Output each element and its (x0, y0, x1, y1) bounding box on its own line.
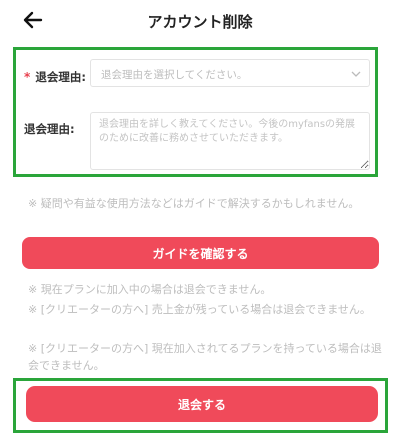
guide-note: ※ 疑問や有益な使用方法などはガイドで解決するかもしれません。 (28, 197, 360, 210)
detail-label-row: 退会理由: (24, 118, 75, 137)
reason-form: * 退会理由: 退会理由を選択してください。 退会理由: (13, 47, 378, 177)
reason-detail-textarea[interactable] (90, 112, 370, 170)
page-title: アカウント削除 (147, 13, 253, 31)
submit-area: 退会する (13, 378, 388, 433)
reason-detail-label: 退会理由: (24, 122, 75, 136)
header: アカウント削除 (0, 0, 400, 44)
notice-plan: ※ 現在プランに加入中の場合は退会できません。 (28, 283, 272, 296)
reason-select-label: 退会理由: (35, 70, 86, 84)
check-guide-button[interactable]: ガイドを確認する (22, 237, 379, 269)
reason-select-placeholder: 退会理由を選択してください。 (101, 69, 248, 81)
notice-sales: ※ [クリエーターの方へ] 売上金が残っている場合は退会できません。 (28, 303, 371, 316)
required-mark: * (24, 70, 31, 84)
chevron-down-icon (351, 71, 361, 77)
reason-select[interactable]: 退会理由を選択してください。 (90, 59, 370, 87)
select-label-row: * 退会理由: (24, 66, 86, 85)
withdraw-button[interactable]: 退会する (26, 386, 378, 422)
notice-creator-plan: ※ [クリエーターの方へ] 現在加入されてるプランを持っている場合は退会できませ… (28, 342, 382, 372)
